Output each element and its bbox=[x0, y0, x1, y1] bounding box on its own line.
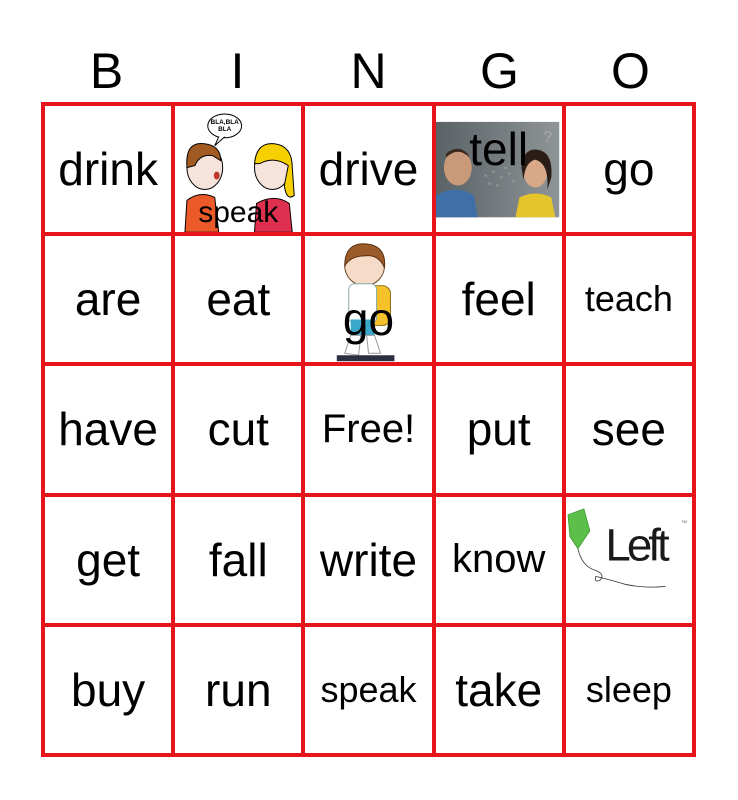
bingo-cell[interactable]: put bbox=[435, 366, 562, 493]
cell-word: Free! bbox=[321, 406, 416, 451]
bingo-cell[interactable]: take bbox=[435, 626, 562, 753]
cell-word: write bbox=[319, 533, 418, 586]
header-letter-i: I bbox=[230, 43, 245, 99]
cell-word: speak bbox=[320, 668, 417, 710]
bingo-cell[interactable]: run bbox=[175, 626, 302, 753]
svg-text:BLA: BLA bbox=[218, 126, 232, 133]
bingo-cell[interactable]: go bbox=[305, 236, 432, 363]
cell-word: are bbox=[74, 273, 142, 326]
cell-word: cut bbox=[207, 403, 269, 456]
header-letter-o: O bbox=[611, 43, 650, 99]
cell-word: drive bbox=[318, 143, 419, 196]
cell-word: go bbox=[603, 143, 655, 196]
cell-word: fall bbox=[208, 533, 268, 586]
cell-word: go bbox=[342, 293, 395, 346]
cell-word: feel bbox=[461, 273, 536, 326]
bingo-cell[interactable]: fall bbox=[175, 496, 302, 623]
bingo-cell[interactable]: eat bbox=[175, 236, 302, 363]
cell-word: get bbox=[76, 533, 141, 586]
bingo-cell[interactable]: speak bbox=[305, 626, 432, 753]
bingo-header: B I N G O bbox=[41, 40, 696, 102]
cell-word: tell bbox=[469, 123, 529, 176]
cell-word: know bbox=[452, 537, 546, 582]
bingo-cell[interactable]: BLA,BLA BLA speak bbox=[175, 106, 302, 233]
free-space[interactable]: Free! bbox=[305, 366, 432, 493]
bingo-cell[interactable]: are bbox=[45, 236, 172, 363]
cell-word: buy bbox=[71, 663, 146, 716]
cell-word: take bbox=[455, 663, 543, 716]
svg-text:?: ? bbox=[543, 129, 552, 146]
left-logo-text: Left bbox=[605, 519, 670, 570]
bingo-cell[interactable]: feel bbox=[435, 236, 562, 363]
bingo-cell[interactable]: have bbox=[45, 366, 172, 493]
bingo-cell[interactable]: cut bbox=[175, 366, 302, 493]
bingo-cell[interactable]: drive bbox=[305, 106, 432, 233]
header-letter-g: G bbox=[480, 43, 519, 99]
cell-word: drink bbox=[58, 143, 158, 196]
cell-word: sleep bbox=[585, 668, 672, 710]
bingo-cell[interactable]: write bbox=[305, 496, 432, 623]
bingo-cell[interactable]: see bbox=[565, 366, 692, 493]
cell-word: put bbox=[466, 403, 531, 456]
header-letter-n: N bbox=[350, 43, 387, 99]
bingo-cell[interactable]: sleep bbox=[565, 626, 692, 753]
cell-word: have bbox=[58, 403, 158, 456]
bingo-cell[interactable]: Left TM bbox=[565, 496, 692, 623]
bingo-cell[interactable]: teach bbox=[565, 236, 692, 363]
bingo-cell[interactable]: go bbox=[565, 106, 692, 233]
cell-word: teach bbox=[584, 278, 673, 320]
bingo-grid: drink BLA,BLA BLA speak drive ? tell go … bbox=[41, 102, 696, 757]
bingo-cell[interactable]: ? tell bbox=[435, 106, 562, 233]
cell-word: speak bbox=[198, 196, 279, 230]
bingo-cell[interactable]: know bbox=[435, 496, 562, 623]
cell-word: eat bbox=[206, 273, 271, 326]
cell-word: run bbox=[205, 663, 272, 716]
bingo-cell[interactable]: get bbox=[45, 496, 172, 623]
header-letter-b: B bbox=[89, 43, 124, 99]
cell-word: see bbox=[591, 403, 666, 456]
bingo-cell[interactable]: drink bbox=[45, 106, 172, 233]
kite-left-logo: Left TM bbox=[567, 507, 687, 588]
bingo-cell[interactable]: buy bbox=[45, 626, 172, 753]
svg-text:TM: TM bbox=[681, 518, 687, 523]
speech-bubble-text: BLA,BLA bbox=[211, 119, 240, 126]
